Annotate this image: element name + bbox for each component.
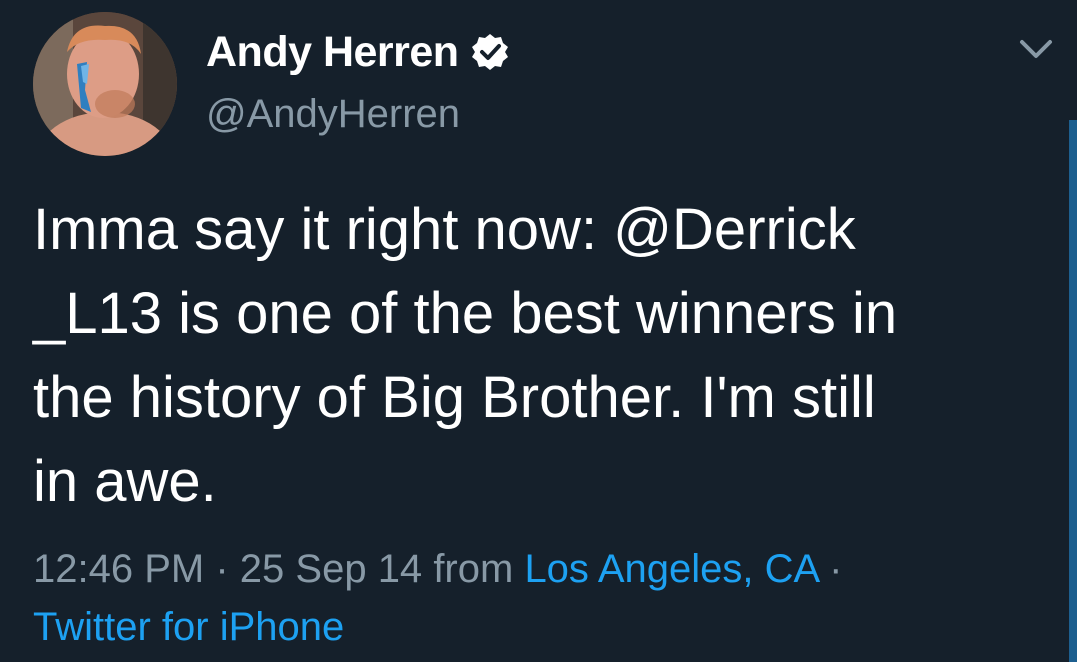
from-label: from [433, 547, 514, 591]
tweet-time[interactable]: 12:46 PM [33, 547, 204, 591]
scrollbar[interactable] [1069, 120, 1077, 662]
chevron-down-icon[interactable] [1016, 34, 1056, 64]
tweet-text-line: _L13 is one of the best winners in [33, 281, 898, 346]
meta-separator: · [215, 547, 229, 591]
tweet-text-line: in awe. [33, 449, 217, 514]
tweet-text: Imma say it right now: @Derrick _L13 is … [33, 188, 1033, 524]
tweet-text-line: the history of Big Brother. I'm still [33, 365, 876, 430]
client-link[interactable]: Twitter for iPhone [33, 605, 344, 649]
user-handle[interactable]: @AndyHerren [206, 92, 460, 137]
tweet-card: Andy Herren @AndyHerren Imma say it righ… [0, 0, 1077, 662]
meta-separator: · [829, 547, 843, 591]
tweet-date[interactable]: 25 Sep 14 [240, 547, 422, 591]
tweet-meta: 12:46 PM · 25 Sep 14 from Los Angeles, C… [33, 540, 1033, 656]
verified-badge-icon [471, 33, 509, 71]
tweet-meta-line-2: Twitter for iPhone [33, 598, 1033, 656]
author-name-row[interactable]: Andy Herren [206, 22, 509, 82]
display-name[interactable]: Andy Herren [206, 28, 459, 77]
avatar[interactable] [33, 12, 177, 156]
location-link[interactable]: Los Angeles, CA [524, 547, 818, 591]
tweet-text-line: Imma say it right now: @Derrick [33, 197, 856, 262]
tweet-meta-line-1: 12:46 PM · 25 Sep 14 from Los Angeles, C… [33, 540, 1033, 598]
